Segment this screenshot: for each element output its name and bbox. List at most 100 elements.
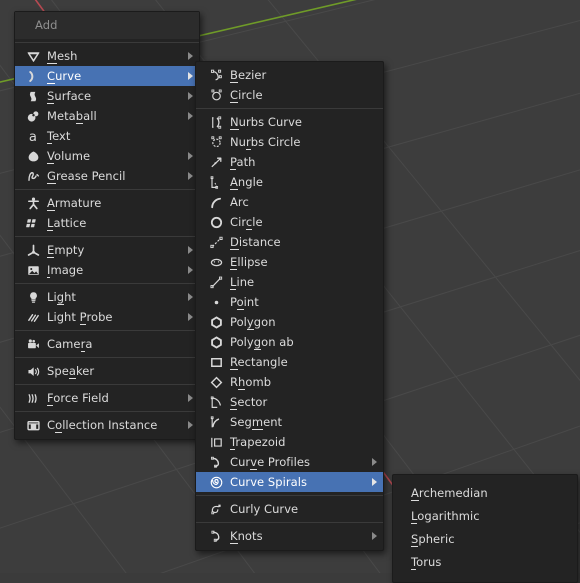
no-submenu-spacer — [372, 258, 377, 266]
menu-item-label: Polygon ab — [230, 335, 294, 350]
menu-item-rhomb[interactable]: Rhomb — [196, 372, 383, 392]
curve-profiles-icon — [206, 454, 226, 470]
no-submenu-spacer — [372, 118, 377, 126]
menu-item-spheric[interactable]: Spheric — [393, 528, 577, 551]
menu-item-camera[interactable]: Camera — [15, 334, 199, 354]
menu-item-armature[interactable]: Armature — [15, 193, 199, 213]
menu-item-label: Force Field — [47, 391, 109, 406]
menu-item-metaball[interactable]: Metaball — [15, 106, 199, 126]
submenu-arrow-icon — [188, 52, 193, 60]
menu-item-label: Text — [47, 129, 71, 144]
menu-item-curly-curve[interactable]: Curly Curve — [196, 499, 383, 519]
menu-item-text[interactable]: a Text — [15, 126, 199, 146]
curve-spirals-submenu-panel[interactable]: Archemedian Logarithmic Spheric Torus — [392, 474, 578, 583]
menu-item-bezier[interactable]: Bezier — [196, 65, 383, 85]
menu-item-segment[interactable]: Segment — [196, 412, 383, 432]
menu-item-label: Camera — [47, 337, 93, 352]
menu-item-path[interactable]: Path — [196, 152, 383, 172]
menu-item-label: Line — [230, 275, 255, 290]
menu-item-logarithmic[interactable]: Logarithmic — [393, 505, 577, 528]
menu-item-lattice[interactable]: Lattice — [15, 213, 199, 233]
submenu-arrow-icon — [188, 394, 193, 402]
menu-item-surface[interactable]: Surface — [15, 86, 199, 106]
nurbs-curve-icon — [206, 114, 226, 130]
menu-item-nurbs-circle[interactable]: Nurbs Circle — [196, 132, 383, 152]
menu-item-label: Ellipse — [230, 255, 268, 270]
no-submenu-spacer — [188, 132, 193, 140]
menu-separator — [15, 236, 199, 237]
menu-item-polygon[interactable]: Polygon — [196, 312, 383, 332]
curve-spirals-submenu-items: Archemedian Logarithmic Spheric Torus — [393, 482, 577, 574]
menu-item-label: Light Probe — [47, 310, 113, 325]
menu-item-speaker[interactable]: Speaker — [15, 361, 199, 381]
menu-item-label: Empty — [47, 243, 85, 258]
menu-item-trapezoid[interactable]: Trapezoid — [196, 432, 383, 452]
menu-item-label: Rectangle — [230, 355, 288, 370]
menu-item-rectangle[interactable]: Rectangle — [196, 352, 383, 372]
menu-item-label: Point — [230, 295, 259, 310]
menu-item-label: Armature — [47, 196, 102, 211]
menu-item-line[interactable]: Line — [196, 272, 383, 292]
menu-item-curve[interactable]: Curve — [15, 66, 199, 86]
submenu-arrow-icon — [188, 92, 193, 100]
curve-submenu-panel[interactable]: Bezier Circle Nurbs Curve Nurbs Circle Path A… — [195, 61, 384, 551]
menu-item-circle[interactable]: Circle — [196, 85, 383, 105]
lattice-icon — [23, 215, 43, 231]
menu-item-polygon-ab[interactable]: Polygon ab — [196, 332, 383, 352]
menu-item-mesh[interactable]: Mesh — [15, 46, 199, 66]
menu-item-sector[interactable]: Sector — [196, 392, 383, 412]
submenu-arrow-icon — [188, 266, 193, 274]
curve-spirals-icon — [206, 474, 226, 490]
menu-item-archemedian[interactable]: Archemedian — [393, 482, 577, 505]
submenu-arrow-icon — [188, 152, 193, 160]
no-submenu-spacer — [372, 298, 377, 306]
menu-item-light-probe[interactable]: Light Probe — [15, 307, 199, 327]
add-menu-items: Mesh Curve Surface Metaball a Text Volume Greas… — [15, 46, 199, 435]
menu-item-collection-instance[interactable]: Collection Instance — [15, 415, 199, 435]
menu-item-angle[interactable]: Angle — [196, 172, 383, 192]
menu-item-volume[interactable]: Volume — [15, 146, 199, 166]
menu-item-torus[interactable]: Torus — [393, 551, 577, 574]
polygon-ab-icon — [206, 334, 226, 350]
no-submenu-spacer — [372, 438, 377, 446]
menu-item-distance[interactable]: Distance — [196, 232, 383, 252]
menu-item-label: Collection Instance — [47, 418, 158, 433]
menu-item-nurbs-curve[interactable]: Nurbs Curve — [196, 112, 383, 132]
no-submenu-spacer — [372, 158, 377, 166]
menu-item-label: Spheric — [411, 532, 455, 547]
submenu-arrow-icon — [188, 112, 193, 120]
menu-item-force-field[interactable]: Force Field — [15, 388, 199, 408]
submenu-arrow-icon — [188, 72, 193, 80]
no-submenu-spacer — [188, 219, 193, 227]
menu-item-curve-profiles[interactable]: Curve Profiles — [196, 452, 383, 472]
knots-icon — [206, 528, 226, 544]
rectangle-icon — [206, 354, 226, 370]
no-submenu-spacer — [372, 378, 377, 386]
menu-item-arc[interactable]: Arc — [196, 192, 383, 212]
menu-item-label: Volume — [47, 149, 91, 164]
menu-item-label: Trapezoid — [230, 435, 286, 450]
bezier-icon — [206, 67, 226, 83]
text-icon: a — [23, 128, 43, 144]
add-menu-panel[interactable]: Add Mesh Curve Surface Metaball a Text Volume G… — [14, 11, 200, 440]
no-submenu-spacer — [566, 513, 571, 521]
menu-item-knots[interactable]: Knots — [196, 526, 383, 546]
no-submenu-spacer — [372, 358, 377, 366]
menu-item-circle[interactable]: Circle — [196, 212, 383, 232]
menu-item-grease-pencil[interactable]: Grease Pencil — [15, 166, 199, 186]
menu-item-point[interactable]: Point — [196, 292, 383, 312]
menu-item-curve-spirals[interactable]: Curve Spirals — [196, 472, 383, 492]
image-icon — [23, 262, 43, 278]
no-submenu-spacer — [188, 367, 193, 375]
nurbs-circle-icon — [206, 134, 226, 150]
menu-separator — [15, 189, 199, 190]
no-submenu-spacer — [372, 338, 377, 346]
menu-item-ellipse[interactable]: Ellipse — [196, 252, 383, 272]
menu-item-label: Archemedian — [411, 486, 488, 501]
submenu-arrow-icon — [372, 478, 377, 486]
no-submenu-spacer — [372, 91, 377, 99]
menu-item-empty[interactable]: Empty — [15, 240, 199, 260]
no-submenu-spacer — [188, 340, 193, 348]
menu-item-image[interactable]: Image — [15, 260, 199, 280]
menu-item-light[interactable]: Light — [15, 287, 199, 307]
